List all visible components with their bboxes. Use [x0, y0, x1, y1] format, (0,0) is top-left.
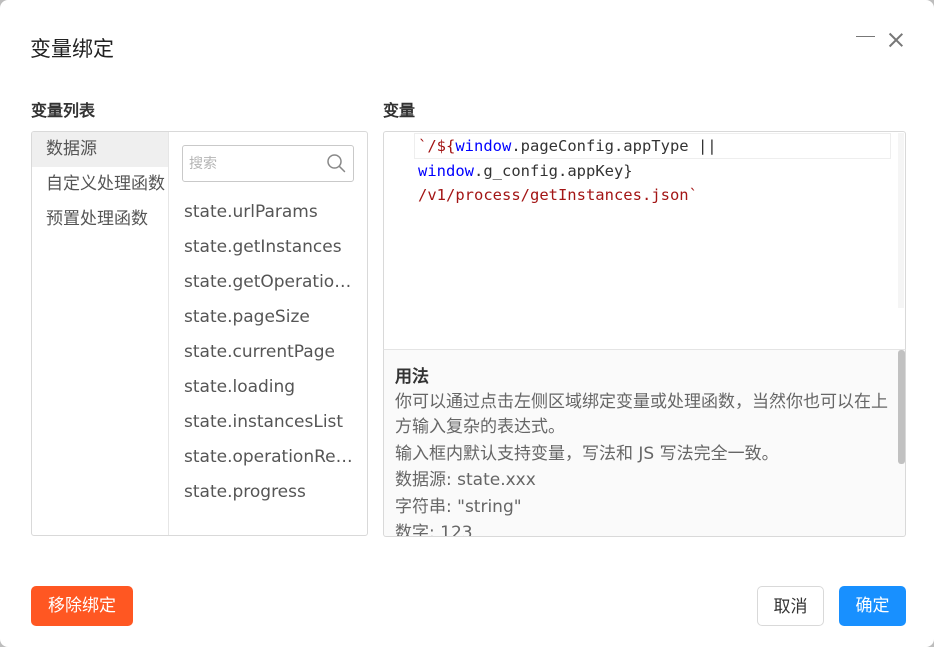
variable-binding-dialog: 变量绑定 变量列表 变量 数据源 自定义处理函数 预置处理函数 state.ur… — [0, 0, 934, 647]
usage-line: 你可以通过点击左侧区域绑定变量或处理函数，当然你也可以在上方输入复杂的表达式。 — [395, 392, 888, 437]
code-string: /v1/process/getInstances.json` — [418, 186, 698, 204]
category-item-custom-functions[interactable]: 自定义处理函数 — [32, 167, 168, 202]
search-input[interactable] — [189, 146, 319, 181]
variable-label: 变量 — [383, 101, 416, 120]
usage-title: 用法 — [395, 367, 429, 387]
expression-editor[interactable]: `/${window.pageConfig.appType || window.… — [383, 131, 906, 350]
usage-line: 数字: 123 — [395, 523, 473, 537]
close-icon[interactable] — [885, 29, 907, 51]
list-item[interactable]: state.urlParams — [170, 195, 367, 230]
list-item[interactable]: state.progress — [170, 475, 367, 510]
variable-list-label: 变量列表 — [31, 101, 96, 120]
list-item[interactable]: state.loading — [170, 370, 367, 405]
code-variable: window — [455, 137, 512, 155]
usage-line: 数据源: state.xxx — [395, 470, 536, 490]
code-text: .pageConfig.appType || — [511, 137, 717, 155]
cancel-button[interactable]: 取消 — [757, 586, 824, 626]
category-item-preset-functions[interactable]: 预置处理函数 — [32, 202, 168, 237]
list-item[interactable]: state.operationRecords — [170, 440, 367, 475]
usage-body: 你可以通过点击左侧区域绑定变量或处理函数，当然你也可以在上方输入复杂的表达式。 … — [395, 390, 889, 537]
code-text: .g_config.appKey} — [474, 162, 633, 180]
list-item[interactable]: state.currentPage — [170, 335, 367, 370]
code-variable: window — [418, 162, 474, 180]
variable-list: state.urlParams state.getInstances state… — [170, 195, 367, 510]
list-item[interactable]: state.instancesList — [170, 405, 367, 440]
variable-list-panel: 数据源 自定义处理函数 预置处理函数 state.urlParams state… — [31, 131, 368, 536]
usage-line: 字符串: "string" — [395, 496, 522, 517]
list-item[interactable]: state.pageSize — [170, 300, 367, 335]
code-area[interactable]: `/${window.pageConfig.appType || window.… — [414, 133, 891, 207]
category-item-datasource[interactable]: 数据源 — [32, 132, 168, 167]
search-box[interactable] — [182, 145, 354, 182]
search-icon[interactable] — [326, 153, 346, 173]
confirm-button[interactable]: 确定 — [839, 586, 906, 626]
remove-binding-button[interactable]: 移除绑定 — [31, 586, 133, 626]
list-item[interactable]: state.getOperationRecords — [170, 265, 367, 300]
code-line-2: window.g_config.appKey} — [418, 159, 891, 183]
variable-column: state.urlParams state.getInstances state… — [170, 132, 367, 535]
usage-scrollbar[interactable] — [898, 350, 905, 464]
code-string: `/${ — [418, 137, 456, 155]
editor-scrollbar[interactable] — [898, 133, 904, 308]
usage-line: 输入框内默认支持变量，写法和 JS 写法完全一致。 — [395, 443, 779, 464]
category-column: 数据源 自定义处理函数 预置处理函数 — [32, 132, 169, 535]
list-item[interactable]: state.getInstances — [170, 230, 367, 265]
dialog-title: 变量绑定 — [30, 37, 114, 61]
minimize-icon[interactable] — [856, 36, 875, 37]
code-line-1: `/${window.pageConfig.appType || — [414, 133, 891, 159]
code-line-3: /v1/process/getInstances.json` — [418, 183, 891, 207]
usage-panel: 用法 你可以通过点击左侧区域绑定变量或处理函数，当然你也可以在上方输入复杂的表达… — [383, 349, 906, 537]
